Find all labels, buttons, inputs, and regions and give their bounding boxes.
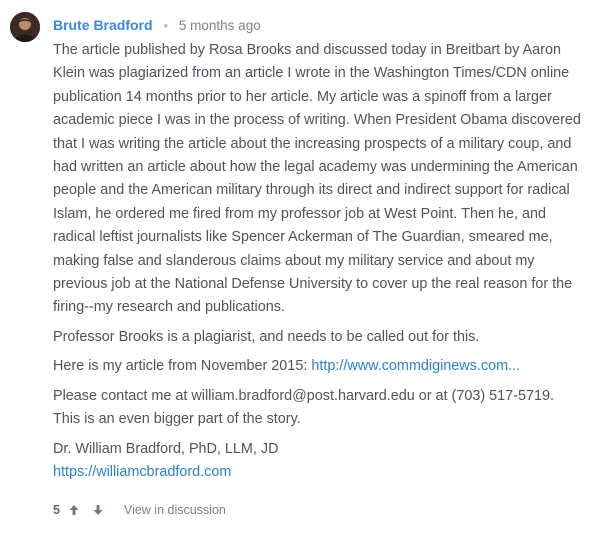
article-link[interactable]: http://www.commdiginews.com... [311,358,520,374]
downvote-button[interactable] [90,502,106,518]
avatar[interactable] [10,12,40,42]
arrow-down-icon [93,505,103,515]
contact-line-1: Please contact me at william.bradford@po… [53,387,554,404]
signature-link[interactable]: https://williamcbradford.com [53,464,231,480]
article-prefix: Here is my article from November 2015: [53,358,312,375]
contact-paragraph: Please contact me at william.bradford@po… [53,385,587,432]
vote-count: 5 [53,503,60,517]
comment-header: Brute Bradford • 5 months ago [53,15,261,36]
comment-paragraph: Professor Brooks is a plagiarist, and ne… [53,328,480,345]
author-name[interactable]: Brute Bradford [53,17,153,33]
upvote-button[interactable] [66,502,82,518]
arrow-up-icon [69,505,79,515]
avatar-image [10,12,40,42]
article-line: Here is my article from November 2015: h… [53,355,587,378]
timestamp[interactable]: 5 months ago [179,18,261,33]
comment-paragraph: The article published by Rosa Brooks and… [53,42,581,316]
contact-line-2: This is an even bigger part of the story… [53,411,301,428]
view-in-discussion-link[interactable]: View in discussion [124,500,226,520]
separator-dot: • [163,18,169,33]
comment-body: The article published by Rosa Brooks and… [53,39,587,490]
signature-name: Dr. William Bradford, PhD, LLM, JD [53,440,279,457]
comment-footer: 5 View in discussion [53,500,226,520]
signature: Dr. William Bradford, PhD, LLM, JD https… [53,438,587,485]
comment: Brute Bradford • 5 months ago The articl… [0,0,594,535]
